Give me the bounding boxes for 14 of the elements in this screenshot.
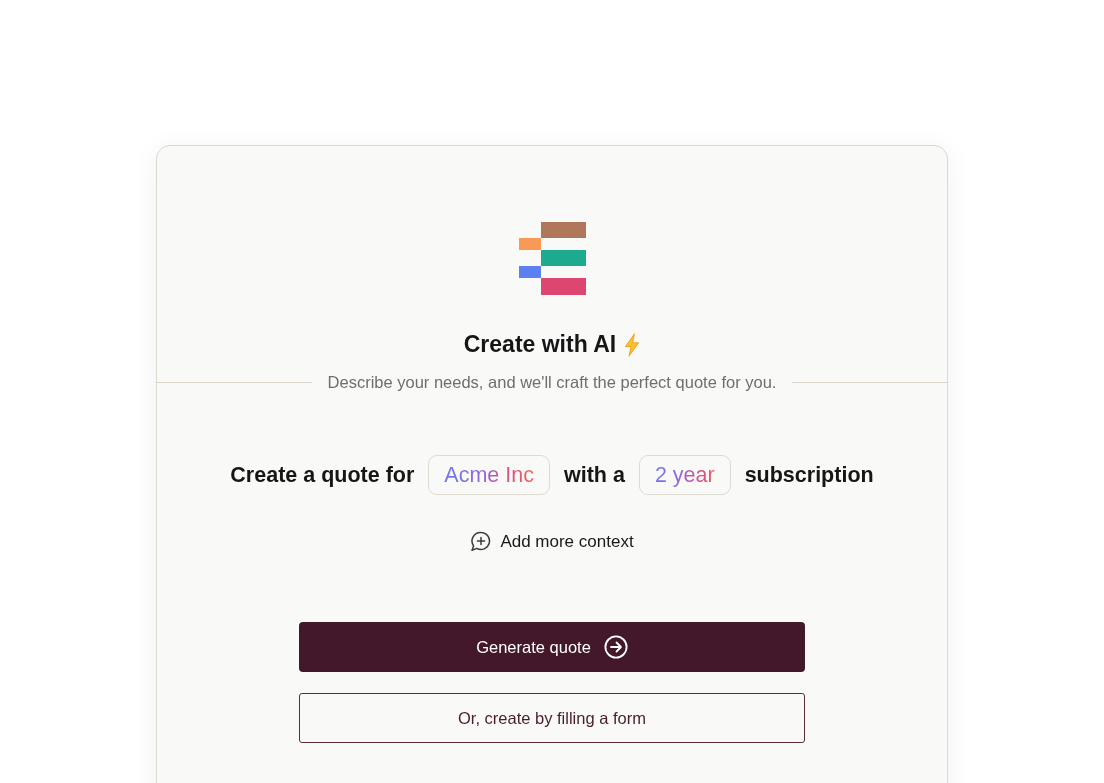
- prompt-text: with a: [563, 462, 625, 488]
- generate-button[interactable]: Generate quote: [299, 622, 805, 672]
- arrow-circle-icon: [603, 635, 628, 659]
- logo-icon: [518, 222, 586, 295]
- input-field[interactable]: 2 year: [638, 455, 731, 495]
- lightning-icon: [624, 332, 641, 357]
- add-context-button[interactable]: Add more context: [466, 529, 638, 554]
- subtitle: Describe your needs, and we'll craft the perfect quote for you.: [326, 373, 778, 392]
- prompt-text: subscription: [744, 462, 874, 488]
- form-button[interactable]: Or, create by filling a form: [299, 693, 805, 743]
- input-field[interactable]: Acme Inc: [428, 455, 550, 495]
- prompt-text: Create a quote for: [230, 462, 415, 488]
- dialog-title: Create with AI: [463, 331, 617, 358]
- chat-plus-icon: [470, 531, 492, 552]
